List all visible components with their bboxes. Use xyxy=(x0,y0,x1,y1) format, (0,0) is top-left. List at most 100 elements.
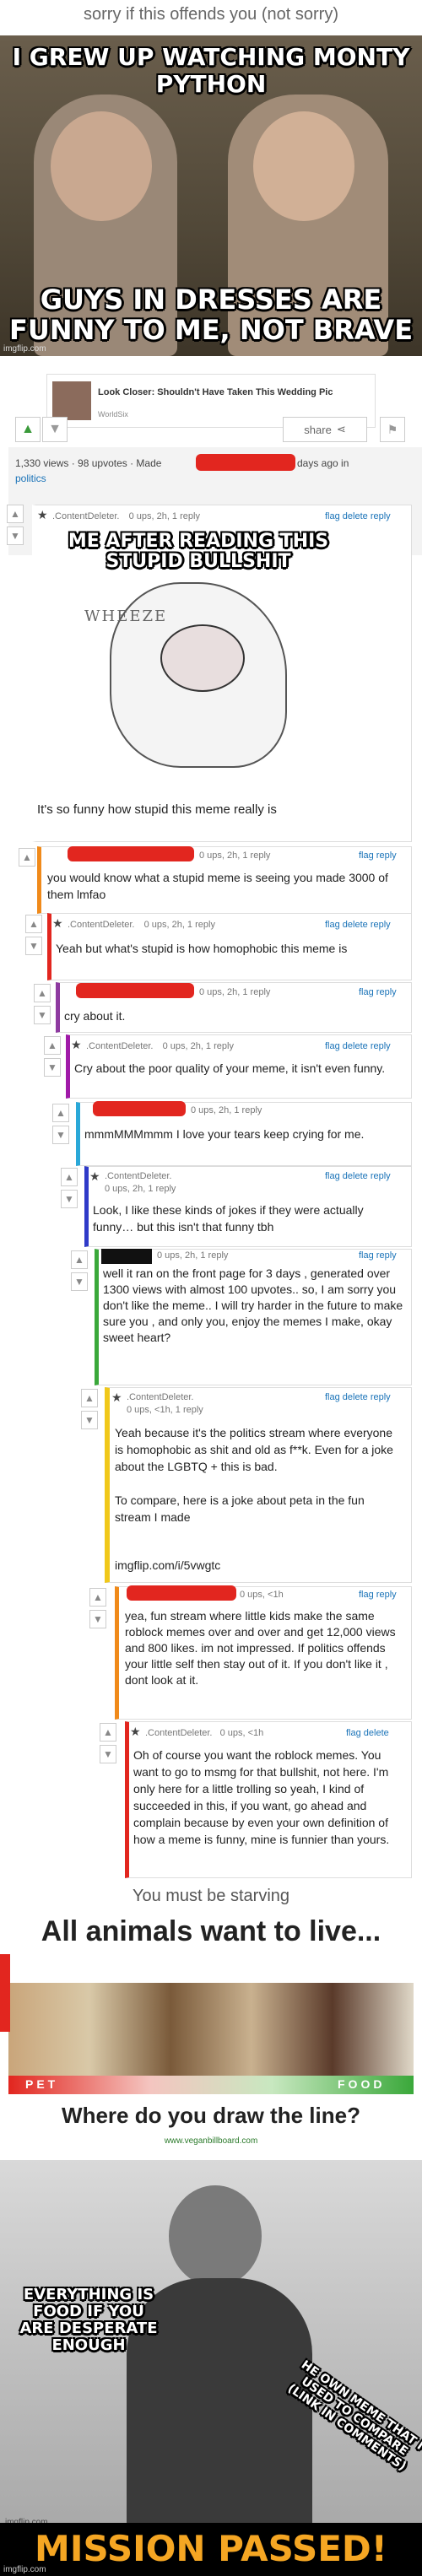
comment-4-actions[interactable]: flag reply xyxy=(359,987,397,997)
comment-2-actions[interactable]: flag reply xyxy=(359,851,397,861)
comment-11-info: 0 ups, <1h xyxy=(219,1728,264,1738)
star-icon: ★ xyxy=(111,1391,122,1404)
share-button[interactable]: share ⋖ xyxy=(283,417,367,442)
comment-8-actions[interactable]: flag reply xyxy=(359,1250,397,1261)
meme-caption-top: I GREW UP WATCHING MONTY PYTHON xyxy=(12,43,410,98)
post-stats: 1,330 views · 98 upvotes · Made xyxy=(15,457,161,469)
comment-9-text: Yeah because it's the politics stream wh… xyxy=(115,1426,393,1524)
downvote-arrow-icon[interactable]: ▼ xyxy=(25,937,42,955)
upvote-arrow-icon[interactable]: ▲ xyxy=(25,915,42,933)
flag-icon[interactable]: ⚑ xyxy=(380,417,405,442)
comment-5-meta: .ContentDeleter. 0 ups, 2h, 1 reply xyxy=(86,1041,234,1051)
downvote-arrow-icon[interactable]: ▼ xyxy=(42,417,68,442)
comment-9-actions[interactable]: flag delete reply xyxy=(325,1392,391,1402)
ad-thumbnail xyxy=(52,381,91,420)
post-views: 1,330 views · 98 upvotes · Made xyxy=(15,457,162,469)
comment-10-info: 0 ups, <1h xyxy=(240,1590,284,1600)
downvote-arrow-icon[interactable]: ▼ xyxy=(61,1190,78,1208)
comment-9-user[interactable]: .ContentDeleter. xyxy=(127,1392,194,1402)
vegan-question: Where do you draw the line? xyxy=(62,2103,360,2128)
comment-1-user[interactable]: .ContentDeleter. xyxy=(52,511,120,521)
wheeze-sound-text: WHEEZE xyxy=(84,608,168,625)
upvote-arrow-icon[interactable]: ▲ xyxy=(89,1588,106,1607)
star-icon: ★ xyxy=(37,508,48,521)
redacted-username xyxy=(76,983,194,998)
redacted-mark xyxy=(196,454,295,471)
upvote-arrow-icon[interactable]: ▲ xyxy=(15,417,41,442)
comment-9-link[interactable]: imgflip.com/i/5vwgtc xyxy=(115,1557,220,1574)
comment-5-info: 0 ups, 2h, 1 reply xyxy=(162,1041,234,1051)
upvote-arrow-icon[interactable]: ▲ xyxy=(7,505,24,523)
animals-row-image xyxy=(8,1983,414,2076)
redacted-username xyxy=(93,1101,186,1116)
comment-6-info: 0 ups, 2h, 1 reply xyxy=(191,1105,262,1115)
face-right xyxy=(253,111,354,221)
upvote-arrow-icon[interactable]: ▲ xyxy=(52,1104,69,1122)
downvote-arrow-icon[interactable]: ▼ xyxy=(52,1126,69,1144)
comment-5-user[interactable]: .ContentDeleter. xyxy=(86,1041,154,1051)
comment-5-actions[interactable]: flag delete reply xyxy=(325,1041,391,1051)
mission-passed-text: MISSION PASSED! xyxy=(35,2528,387,2569)
vegan-site: www.veganbillboard.com xyxy=(164,2136,258,2146)
imgflip-watermark: imgflip.com xyxy=(3,344,46,354)
comment-3-info: 0 ups, 2h, 1 reply xyxy=(143,920,215,930)
mission-passed-banner: MISSION PASSED! imgflip.com xyxy=(0,2523,422,2576)
downvote-arrow-icon[interactable]: ▼ xyxy=(44,1058,61,1077)
upvote-arrow-icon[interactable]: ▲ xyxy=(44,1036,61,1055)
comment-1-meta: .ContentDeleter. 0 ups, 2h, 1 reply xyxy=(52,511,200,521)
comment-4-info: 0 ups, 2h, 1 reply xyxy=(199,987,271,997)
star-icon: ★ xyxy=(52,916,63,930)
comment-4-text: cry about it. xyxy=(64,1009,126,1023)
comment-2-text: you would know what a stupid meme is see… xyxy=(47,871,388,901)
post-title: sorry if this offends you (not sorry) xyxy=(84,5,338,24)
star-icon: ★ xyxy=(130,1725,141,1738)
upvote-arrow-icon[interactable]: ▲ xyxy=(81,1389,98,1407)
wheeze-meme-caption: ME AFTER READING THIS STUPID BULLSHIT xyxy=(68,531,329,572)
comment-1-actions[interactable]: flag delete reply xyxy=(325,511,391,521)
star-icon: ★ xyxy=(71,1038,82,1051)
page: sorry if this offends you (not sorry) I … xyxy=(0,0,422,2576)
wheeze-cartoon-face xyxy=(160,624,245,692)
upvote-arrow-icon[interactable]: ▲ xyxy=(71,1250,88,1269)
star-icon: ★ xyxy=(89,1169,100,1183)
comment-7-text: Look, I like these kinds of jokes if the… xyxy=(93,1203,364,1234)
comment-10-actions[interactable]: flag reply xyxy=(359,1590,397,1600)
stream-link-politics[interactable]: politics xyxy=(15,473,46,484)
comment-9-info: 0 ups, <1h, 1 reply xyxy=(127,1405,203,1415)
downvote-arrow-icon[interactable]: ▼ xyxy=(81,1411,98,1429)
comment-7-user[interactable]: .ContentDeleter. xyxy=(105,1171,172,1181)
redacted-username xyxy=(68,846,194,861)
share-icon: ⋖ xyxy=(336,423,346,435)
upvote-arrow-icon[interactable]: ▲ xyxy=(19,848,35,867)
upvote-arrow-icon[interactable]: ▲ xyxy=(100,1723,116,1742)
redacted-username xyxy=(101,1249,152,1264)
rdj-caption: EVERYTHING IS FOOD IF YOU ARE DESPERATE … xyxy=(19,2286,158,2354)
upvote-arrow-icon[interactable]: ▲ xyxy=(34,984,51,1002)
meme-image-monty-python: I GREW UP WATCHING MONTY PYTHON GUYS IN … xyxy=(0,35,422,356)
share-button-label: share xyxy=(304,423,332,436)
vegan-headline: All animals want to live... xyxy=(41,1915,381,1947)
post-age: days ago in xyxy=(297,457,349,469)
ad-title[interactable]: Look Closer: Shouldn't Have Taken This W… xyxy=(98,387,351,397)
face-left xyxy=(51,111,152,221)
comment-3-text: Yeah but what's stupid is how homophobic… xyxy=(56,942,348,955)
downvote-arrow-icon[interactable]: ▼ xyxy=(100,1745,116,1763)
comment-3-meta: .ContentDeleter. 0 ups, 2h, 1 reply xyxy=(68,920,215,930)
downvote-arrow-icon[interactable]: ▼ xyxy=(7,527,24,545)
comment-meme-wheeze: ME AFTER READING THIS STUPID BULLSHIT WH… xyxy=(59,532,338,785)
comment-3-actions[interactable]: flag delete reply xyxy=(325,920,391,930)
downvote-arrow-icon[interactable]: ▼ xyxy=(89,1610,106,1628)
upvote-arrow-icon[interactable]: ▲ xyxy=(61,1168,78,1186)
comment-7-actions[interactable]: flag delete reply xyxy=(325,1171,391,1181)
comment-2-info: 0 ups, 2h, 1 reply xyxy=(199,851,271,861)
comment-11-text: Oh of course you want the roblock memes.… xyxy=(133,1748,390,1846)
comment-11-actions[interactable]: flag delete xyxy=(346,1728,389,1738)
comment-7-info: 0 ups, 2h, 1 reply xyxy=(105,1184,176,1194)
downvote-arrow-icon[interactable]: ▼ xyxy=(71,1272,88,1291)
comment-1-text: It's so funny how stupid this meme reall… xyxy=(37,802,277,817)
comment-11-user[interactable]: .ContentDeleter. xyxy=(145,1728,213,1738)
redacted-username xyxy=(127,1585,236,1601)
comment-3-user[interactable]: .ContentDeleter. xyxy=(68,920,135,930)
downvote-arrow-icon[interactable]: ▼ xyxy=(34,1006,51,1024)
comment-8-info: 0 ups, 2h, 1 reply xyxy=(157,1250,229,1261)
